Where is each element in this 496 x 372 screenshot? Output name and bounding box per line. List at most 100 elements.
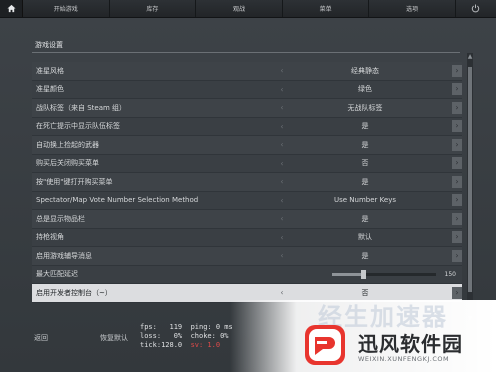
net-graph-sv: sv: 1.0 bbox=[190, 341, 221, 349]
tab-menu[interactable]: 菜单 bbox=[283, 0, 370, 17]
setting-value: 是 bbox=[361, 122, 369, 131]
arrow-left-icon[interactable]: ‹ bbox=[276, 288, 288, 297]
setting-row[interactable]: 战队标签（来自 Steam 组） ‹ 无战队标签 › bbox=[32, 99, 462, 118]
setting-label: 自动换上捡起的武器 bbox=[36, 140, 99, 149]
tab-play[interactable]: 开始游戏 bbox=[23, 0, 110, 17]
setting-slider[interactable] bbox=[332, 270, 436, 280]
arrow-right-icon[interactable]: › bbox=[452, 286, 462, 299]
setting-label: 启用开发者控制台（~） bbox=[36, 288, 112, 297]
arrow-right-icon[interactable]: › bbox=[452, 175, 462, 188]
power-icon bbox=[472, 4, 480, 13]
setting-value: 是 bbox=[361, 214, 369, 223]
setting-label: 在死亡提示中显示队伍标签 bbox=[36, 122, 120, 131]
setting-row[interactable]: 自动换上捡起的武器 ‹ 是 › bbox=[32, 136, 462, 155]
setting-label: 按"使用"键打开购买菜单 bbox=[36, 177, 113, 186]
top-nav: 开始游戏 库存 观战 菜单 选项 bbox=[0, 0, 496, 18]
setting-row[interactable]: 启用游戏辅导消息 ‹ 是 › bbox=[32, 247, 462, 266]
power-button[interactable] bbox=[456, 0, 496, 17]
slider-value: 150 bbox=[444, 270, 456, 278]
net-graph-line: loss: 0% choke: 0% bbox=[140, 332, 229, 340]
scrollbar[interactable]: ▲ ▼ bbox=[467, 53, 473, 323]
setting-row[interactable]: Spectator/Map Vote Number Selection Meth… bbox=[32, 191, 462, 210]
arrow-left-icon[interactable]: ‹ bbox=[276, 214, 288, 223]
scroll-up-icon[interactable]: ▲ bbox=[467, 53, 473, 61]
arrow-left-icon[interactable]: ‹ bbox=[276, 159, 288, 168]
setting-label: 准星风格 bbox=[36, 66, 64, 75]
setting-label: 总是显示物品栏 bbox=[36, 214, 85, 223]
setting-value: 是 bbox=[361, 140, 369, 149]
arrow-left-icon[interactable]: ‹ bbox=[276, 140, 288, 149]
setting-control[interactable]: ‹ 是 › bbox=[276, 247, 462, 265]
setting-label: 启用游戏辅导消息 bbox=[36, 251, 92, 260]
arrow-right-icon[interactable]: › bbox=[452, 138, 462, 151]
tab-inventory[interactable]: 库存 bbox=[110, 0, 197, 17]
setting-control[interactable]: ‹ 是 › bbox=[276, 118, 462, 136]
net-graph: fps: 119 ping: 0 ms loss: 0% choke: 0% t… bbox=[140, 323, 233, 350]
setting-row[interactable]: 在死亡提示中显示队伍标签 ‹ 是 › bbox=[32, 117, 462, 136]
watermark-title: 迅风软件园 bbox=[358, 332, 463, 356]
setting-label: 持枪视角 bbox=[36, 233, 64, 242]
setting-row[interactable]: 购买后关闭购买菜单 ‹ 否 › bbox=[32, 154, 462, 173]
arrow-left-icon[interactable]: ‹ bbox=[276, 66, 288, 75]
arrow-right-icon[interactable]: › bbox=[452, 231, 462, 244]
setting-control[interactable]: ‹ 否 › bbox=[276, 155, 462, 173]
setting-control[interactable]: ‹ 默认 › bbox=[276, 229, 462, 247]
setting-row[interactable]: 最大匹配延迟 150 bbox=[32, 265, 462, 284]
arrow-right-icon[interactable]: › bbox=[452, 83, 462, 96]
restore-defaults-button[interactable]: 恢复默认 bbox=[100, 333, 128, 343]
setting-control[interactable]: ‹ 绿色 › bbox=[276, 81, 462, 99]
arrow-left-icon[interactable]: ‹ bbox=[276, 177, 288, 186]
setting-control[interactable]: ‹ 无战队标签 › bbox=[276, 99, 462, 117]
setting-control[interactable]: ‹ 是 › bbox=[276, 210, 462, 228]
home-button[interactable] bbox=[0, 0, 23, 17]
setting-value: 否 bbox=[361, 159, 369, 168]
tab-watch[interactable]: 观战 bbox=[196, 0, 283, 17]
arrow-right-icon[interactable]: › bbox=[452, 157, 462, 170]
arrow-right-icon[interactable]: › bbox=[452, 101, 462, 114]
setting-value: Use Number Keys bbox=[334, 196, 396, 205]
arrow-left-icon[interactable]: ‹ bbox=[276, 122, 288, 131]
setting-row[interactable]: 准星颜色 ‹ 绿色 › bbox=[32, 80, 462, 99]
setting-row[interactable]: 总是显示物品栏 ‹ 是 › bbox=[32, 210, 462, 229]
arrow-right-icon[interactable]: › bbox=[452, 64, 462, 77]
arrow-left-icon[interactable]: ‹ bbox=[276, 103, 288, 112]
setting-value: 无战队标签 bbox=[347, 103, 383, 112]
watermark-logo-icon bbox=[305, 325, 345, 365]
section-divider bbox=[32, 52, 460, 53]
setting-label: 战队标签（来自 Steam 组） bbox=[36, 103, 127, 112]
arrow-left-icon[interactable]: ‹ bbox=[276, 85, 288, 94]
home-icon bbox=[6, 4, 16, 13]
setting-row[interactable]: 准星风格 ‹ 经典静态 › bbox=[32, 62, 462, 81]
slider-fill bbox=[332, 273, 364, 277]
setting-value: 绿色 bbox=[358, 85, 372, 94]
arrow-left-icon[interactable]: ‹ bbox=[276, 196, 288, 205]
net-graph-line: tick:128.0 bbox=[140, 341, 191, 349]
arrow-right-icon[interactable]: › bbox=[452, 194, 462, 207]
setting-control[interactable]: 150 bbox=[276, 266, 462, 284]
arrow-left-icon[interactable]: ‹ bbox=[276, 233, 288, 242]
setting-row[interactable]: 持枪视角 ‹ 默认 › bbox=[32, 228, 462, 247]
arrow-right-icon[interactable]: › bbox=[452, 120, 462, 133]
setting-control[interactable]: ‹ 经典静态 › bbox=[276, 62, 462, 80]
arrow-right-icon[interactable]: › bbox=[452, 249, 462, 262]
setting-label: Spectator/Map Vote Number Selection Meth… bbox=[36, 196, 199, 205]
scroll-thumb[interactable] bbox=[468, 67, 472, 292]
watermark-url: WEIXIN.XUNFENGKJ.COM bbox=[358, 355, 450, 363]
setting-row[interactable]: 按"使用"键打开购买菜单 ‹ 是 › bbox=[32, 173, 462, 192]
net-graph-line: fps: 119 ping: 0 ms bbox=[140, 323, 233, 331]
setting-value: 经典静态 bbox=[351, 66, 379, 75]
setting-label: 准星颜色 bbox=[36, 85, 64, 94]
setting-value: 是 bbox=[361, 251, 369, 260]
arrow-right-icon[interactable]: › bbox=[452, 212, 462, 225]
setting-control[interactable]: ‹ Use Number Keys › bbox=[276, 192, 462, 210]
slider-knob[interactable] bbox=[361, 270, 367, 280]
setting-control[interactable]: ‹ 是 › bbox=[276, 136, 462, 154]
setting-value: 默认 bbox=[358, 233, 372, 242]
back-button[interactable]: 返回 bbox=[34, 333, 48, 343]
setting-control[interactable]: ‹ 是 › bbox=[276, 173, 462, 191]
arrow-left-icon[interactable]: ‹ bbox=[276, 251, 288, 260]
settings-list: 准星风格 ‹ 经典静态 › 准星颜色 ‹ 绿色 › 战队标签（来自 Steam 组） ‹ 无战队标签… bbox=[32, 62, 462, 303]
setting-value: 是 bbox=[361, 177, 369, 186]
tab-options[interactable]: 选项 bbox=[369, 0, 456, 17]
setting-label: 购买后关闭购买菜单 bbox=[36, 159, 99, 168]
